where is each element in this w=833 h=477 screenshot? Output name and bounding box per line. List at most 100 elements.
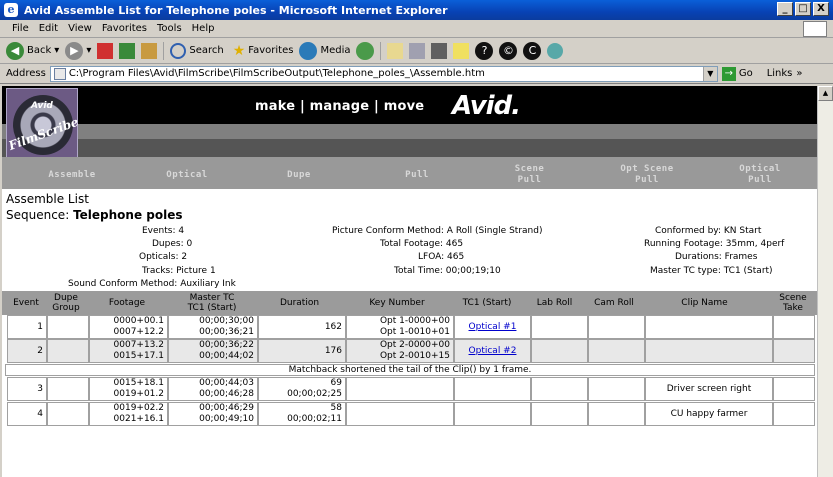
info-master-tc-type: Master TC type: TC1 (Start) xyxy=(650,266,773,276)
table-cell-scene-take xyxy=(773,402,815,426)
media-button[interactable]: Media xyxy=(299,41,351,60)
edit-button[interactable] xyxy=(431,42,448,59)
table-cell-duration: 58 00;00;02;11 xyxy=(258,402,346,426)
col-tc1: TC1 (Start) xyxy=(462,298,512,308)
toolbar: ◀ Back ▾ ▶ ▾ Search ★ Favorites Media ? … xyxy=(0,38,833,64)
vertical-scrollbar[interactable]: ▲ xyxy=(817,86,833,477)
sequence-name: Telephone poles xyxy=(73,208,183,222)
close-button[interactable]: X xyxy=(813,2,829,16)
stop-button[interactable] xyxy=(97,42,114,59)
tab-optical[interactable]: Optical xyxy=(157,170,217,181)
c-button[interactable]: C xyxy=(523,41,542,60)
help-button[interactable]: ? xyxy=(475,41,494,60)
table-cell-footage: 0007+13.2 0015+17.1 xyxy=(89,339,168,363)
col-duration: Duration xyxy=(279,298,320,308)
go-button[interactable]: → Go xyxy=(721,66,753,81)
print-button[interactable] xyxy=(409,42,426,59)
cell-footage-end: 0019+01.2 xyxy=(113,389,164,399)
menu-edit[interactable]: Edit xyxy=(39,23,58,34)
cell-clip-name: CU happy farmer xyxy=(670,409,748,419)
info-sound-conform: Sound Conform Method: Auxiliary Ink xyxy=(68,279,236,289)
table-cell-event: 2 xyxy=(7,339,47,363)
table-cell-clip-name xyxy=(645,315,773,339)
search-button[interactable]: Search xyxy=(170,42,224,59)
table-cell-master-tc: 00;00;36;22 00;00;44;02 xyxy=(168,339,258,363)
tab-pull[interactable]: Pull xyxy=(392,170,442,181)
messenger-button[interactable] xyxy=(547,42,564,59)
tab-assemble[interactable]: Assemble xyxy=(42,170,102,181)
copyright-button[interactable]: © xyxy=(499,41,518,60)
cell-footage-start: 0000+00.1 xyxy=(113,316,164,326)
help-icon: ? xyxy=(475,41,494,60)
col-footage: Footage xyxy=(108,298,146,308)
address-label: Address xyxy=(6,68,46,79)
history-button[interactable] xyxy=(356,41,375,60)
print-icon xyxy=(409,42,426,59)
col-event: Event xyxy=(13,298,39,308)
menu-tools[interactable]: Tools xyxy=(157,23,182,34)
history-icon xyxy=(356,41,375,60)
col-lab-roll: Lab Roll xyxy=(536,298,573,308)
dropdown-arrow-icon: ▾ xyxy=(86,45,92,56)
cell-key-start: Opt 2-0000+00 xyxy=(379,340,450,350)
home-button[interactable] xyxy=(141,42,158,59)
table-cell-key-number: Opt 2-0000+00 Opt 2-0010+15 xyxy=(346,339,454,363)
page-title: Assemble List xyxy=(6,192,89,206)
dropdown-arrow-icon: ▾ xyxy=(54,45,60,56)
search-icon xyxy=(170,42,187,59)
info-lfoa: LFOA: 465 xyxy=(418,252,465,262)
table-cell-tc1 xyxy=(454,377,531,401)
address-dropdown-icon[interactable]: ▼ xyxy=(702,66,717,81)
address-input[interactable]: C:\Program Files\Avid\FilmScribe\FilmScr… xyxy=(49,65,718,82)
table-cell-master-tc: 00;00;44;03 00;00;46;28 xyxy=(168,377,258,401)
optical-link[interactable]: Optical #1 xyxy=(455,322,530,333)
menu-file[interactable]: File xyxy=(12,23,29,34)
table-cell-cam-roll xyxy=(588,377,645,401)
table-cell-event: 3 xyxy=(7,377,47,401)
toolbar-separator xyxy=(380,41,382,60)
menu-view[interactable]: View xyxy=(68,23,92,34)
cell-tc-start: 00;00;46;29 xyxy=(199,403,254,413)
mail-icon xyxy=(387,42,404,59)
back-button[interactable]: ◀ Back ▾ xyxy=(6,41,60,60)
tab-dupe[interactable]: Dupe xyxy=(274,170,324,181)
stop-icon xyxy=(97,42,114,59)
cell-key-end: Opt 2-0010+15 xyxy=(379,351,450,361)
col-scene-take: Scene Take xyxy=(779,293,807,313)
info-total-footage: Total Footage: 465 xyxy=(380,239,464,249)
note-button[interactable] xyxy=(453,42,470,59)
forward-arrow-icon: ▶ xyxy=(65,41,84,60)
cell-key-end: Opt 1-0010+01 xyxy=(379,327,450,337)
back-label: Back xyxy=(27,45,52,56)
scroll-up-icon[interactable]: ▲ xyxy=(818,86,833,101)
favorites-button[interactable]: ★ Favorites xyxy=(230,43,294,59)
table-cell-lab-roll xyxy=(531,377,588,401)
mail-button[interactable] xyxy=(387,42,404,59)
tab-opt-scene-pull[interactable]: Opt Scene Pull xyxy=(607,164,687,186)
optical-link[interactable]: Optical #2 xyxy=(455,346,530,357)
refresh-button[interactable] xyxy=(119,42,136,59)
address-url[interactable]: C:\Program Files\Avid\FilmScribe\FilmScr… xyxy=(69,68,703,79)
minimize-button[interactable]: _ xyxy=(777,2,793,16)
filmscribe-logo: Avid FilmScribe xyxy=(6,88,80,158)
cell-footage-start: 0007+13.2 xyxy=(113,340,164,350)
tab-optical-pull[interactable]: Optical Pull xyxy=(730,164,790,186)
banner-band xyxy=(2,124,817,139)
info-running-footage: Running Footage: 35mm, 4perf xyxy=(644,239,785,249)
links-button[interactable]: Links xyxy=(767,68,793,79)
ie-icon: e xyxy=(4,3,18,17)
restore-button[interactable]: □ xyxy=(795,2,811,16)
go-arrow-icon: → xyxy=(721,66,736,81)
menu-favorites[interactable]: Favorites xyxy=(102,23,147,34)
tab-scene-pull[interactable]: Scene Pull xyxy=(502,164,557,186)
media-label: Media xyxy=(320,45,351,56)
menu-help[interactable]: Help xyxy=(192,23,215,34)
cell-tc-end: 00;00;46;28 xyxy=(199,389,254,399)
cell-event: 3 xyxy=(37,384,43,394)
info-conformed-by: Conformed by: KN Start xyxy=(655,226,762,236)
go-label: Go xyxy=(738,68,753,79)
cell-tc-start: 00;00;36;22 xyxy=(199,340,254,350)
info-picture-conform: Picture Conform Method: A Roll (Single S… xyxy=(332,226,543,236)
links-chevron-icon[interactable]: » xyxy=(796,68,802,79)
forward-button[interactable]: ▶ ▾ xyxy=(65,41,92,60)
